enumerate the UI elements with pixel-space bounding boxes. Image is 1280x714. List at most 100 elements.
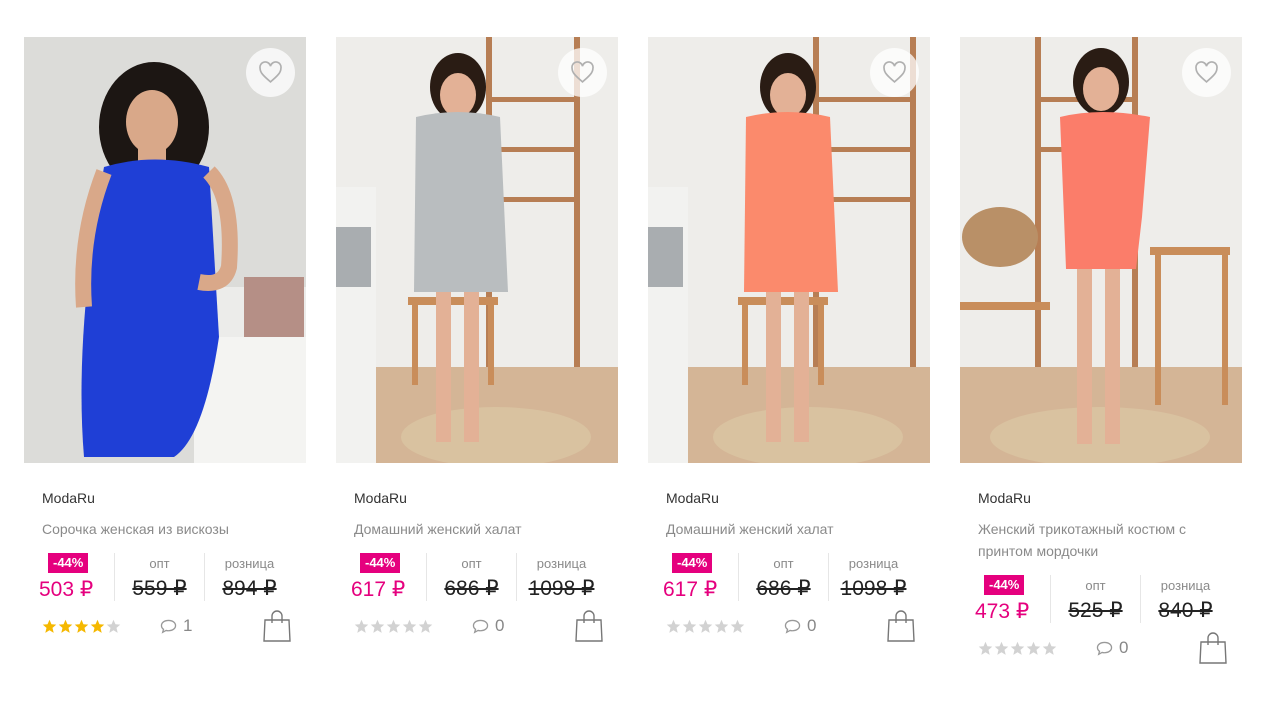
star-icon — [730, 619, 745, 633]
star-icon — [978, 641, 993, 655]
favorite-button[interactable] — [246, 48, 295, 97]
sale-price: 473 ₽ — [975, 600, 1030, 623]
rating-stars — [354, 619, 472, 634]
heart-icon — [883, 61, 906, 83]
garment-shape — [1060, 112, 1150, 269]
star-icon — [402, 619, 417, 633]
garment-shape — [414, 112, 508, 292]
star-icon — [386, 619, 401, 633]
price-block: -44% 503 ₽ опт 559 ₽ розница 894 ₽ — [39, 553, 306, 601]
opt-price: 525 ₽ — [1068, 599, 1123, 622]
sale-price: 503 ₽ — [39, 578, 94, 601]
star-icon — [682, 619, 697, 633]
product-image[interactable] — [648, 37, 930, 463]
product-brand: ModaRu — [42, 490, 95, 506]
discount-badge: -44% — [48, 553, 89, 573]
product-card[interactable]: ModaRu Домашний женский халат -44% 617 ₽… — [648, 37, 930, 665]
star-icon — [74, 619, 89, 633]
reviews-number: 0 — [1119, 638, 1129, 657]
shopping-bag-icon[interactable] — [575, 610, 603, 642]
comment-icon — [1096, 641, 1113, 656]
price-block: -44% 617 ₽ опт 686 ₽ розница 1098 ₽ — [351, 553, 618, 601]
star-icon — [58, 619, 73, 633]
reviews-number: 0 — [495, 616, 505, 635]
product-photo-illustration — [648, 37, 930, 463]
star-icon — [90, 619, 105, 633]
opt-price: 686 ₽ — [756, 577, 811, 600]
product-card[interactable]: ModaRu Женский трикотажный костюм с прин… — [960, 37, 1242, 665]
star-icon — [354, 619, 369, 633]
product-photo-illustration — [960, 37, 1242, 463]
reviews-number: 1 — [183, 616, 193, 635]
discount-badge: -44% — [672, 553, 713, 573]
reviews-count[interactable]: 0 — [472, 616, 575, 636]
shopping-bag-icon[interactable] — [1199, 632, 1227, 664]
product-image[interactable] — [960, 37, 1242, 463]
opt-price: 686 ₽ — [444, 577, 499, 600]
product-title[interactable]: Женский трикотажный костюм с принтом мор… — [978, 518, 1228, 562]
heart-icon — [571, 61, 594, 83]
star-icon — [666, 619, 681, 633]
reviews-count[interactable]: 0 — [1096, 638, 1199, 658]
discount-badge: -44% — [984, 575, 1025, 595]
opt-price-label: опт — [149, 556, 170, 571]
product-brand: ModaRu — [354, 490, 407, 506]
product-title[interactable]: Домашний женский халат — [666, 518, 916, 540]
product-photo-illustration — [336, 37, 618, 463]
favorite-button[interactable] — [870, 48, 919, 97]
star-icon — [1026, 641, 1041, 655]
favorite-button[interactable] — [558, 48, 607, 97]
sale-price: 617 ₽ — [351, 578, 406, 601]
star-icon — [698, 619, 713, 633]
star-icon — [418, 619, 433, 633]
star-icon — [1010, 641, 1025, 655]
price-block: -44% 617 ₽ опт 686 ₽ розница 1098 ₽ — [663, 553, 930, 601]
product-brand: ModaRu — [978, 490, 1031, 506]
comment-icon — [160, 619, 177, 634]
opt-price-label: опт — [461, 556, 482, 571]
product-title[interactable]: Сорочка женская из вискозы — [42, 518, 292, 540]
star-icon — [994, 641, 1009, 655]
garment-shape — [81, 159, 219, 457]
product-grid: ModaRu Сорочка женская из вискозы -44% 5… — [24, 37, 1242, 665]
retail-price-label: розница — [224, 556, 275, 571]
reviews-number: 0 — [807, 616, 817, 635]
product-image[interactable] — [336, 37, 618, 463]
shopping-bag-icon[interactable] — [263, 610, 291, 642]
product-card[interactable]: ModaRu Домашний женский халат -44% 617 ₽… — [336, 37, 618, 665]
reviews-count[interactable]: 1 — [160, 616, 263, 636]
reviews-count[interactable]: 0 — [784, 616, 887, 636]
opt-price-label: опт — [773, 556, 794, 571]
retail-price: 1098 ₽ — [528, 577, 595, 600]
product-photo-illustration — [24, 37, 306, 463]
discount-badge: -44% — [360, 553, 401, 573]
rating-stars — [978, 641, 1096, 656]
product-title[interactable]: Домашний женский халат — [354, 518, 604, 540]
rating-stars — [666, 619, 784, 634]
garment-shape — [744, 112, 838, 292]
star-icon — [42, 619, 57, 633]
shopping-bag-icon[interactable] — [887, 610, 915, 642]
star-icon — [106, 619, 121, 633]
retail-price: 894 ₽ — [222, 577, 277, 600]
retail-price: 840 ₽ — [1158, 599, 1213, 622]
star-icon — [714, 619, 729, 633]
rating-stars — [42, 619, 160, 634]
star-icon — [370, 619, 385, 633]
retail-price: 1098 ₽ — [840, 577, 907, 600]
product-image[interactable] — [24, 37, 306, 463]
opt-price-label: опт — [1085, 578, 1106, 593]
heart-icon — [259, 61, 282, 83]
favorite-button[interactable] — [1182, 48, 1231, 97]
comment-icon — [472, 619, 489, 634]
product-brand: ModaRu — [666, 490, 719, 506]
heart-icon — [1195, 61, 1218, 83]
sale-price: 617 ₽ — [663, 578, 718, 601]
price-block: -44% 473 ₽ опт 525 ₽ розница 840 ₽ — [975, 575, 1242, 623]
opt-price: 559 ₽ — [132, 577, 187, 600]
star-icon — [1042, 641, 1057, 655]
retail-price-label: розница — [536, 556, 587, 571]
retail-price-label: розница — [1160, 578, 1211, 593]
retail-price-label: розница — [848, 556, 899, 571]
product-card[interactable]: ModaRu Сорочка женская из вискозы -44% 5… — [24, 37, 306, 665]
